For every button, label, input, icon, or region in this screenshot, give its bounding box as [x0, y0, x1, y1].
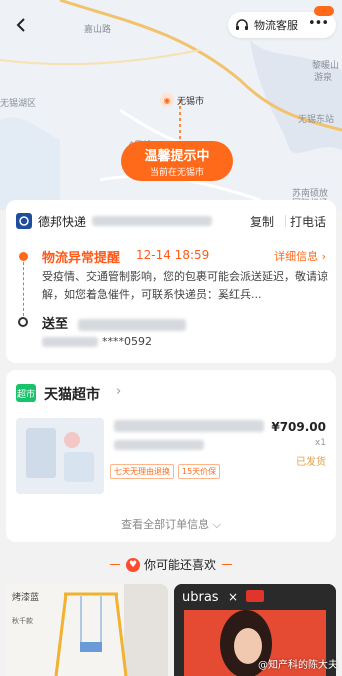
service-tag: 15天价保 — [178, 464, 221, 479]
map-label: 游泉 — [314, 73, 333, 83]
status-bubble: 温馨提示中 当前在无锡市 — [121, 141, 233, 181]
alert-body: 受疫情、交通管制影响，您的包裹可能会派送延迟，敬请谅解，如您着急催件，可联系快递… — [42, 270, 328, 301]
headset-icon — [236, 19, 248, 30]
alert-title: 物流异常提醒 — [42, 251, 121, 266]
location-pin-icon: ◉ — [160, 93, 174, 107]
heart-icon: ♥ — [125, 557, 140, 572]
timeline-dot-destination — [18, 317, 28, 327]
product-color-label: 烤漆蓝 — [12, 593, 40, 603]
product-quantity: x1 — [314, 438, 326, 448]
watermark-text: @知产科的陈大夫 — [258, 660, 338, 671]
customer-service-label: 物流客服 — [254, 19, 298, 32]
brand-logo: ubras — [182, 590, 219, 605]
back-button[interactable] — [10, 14, 32, 36]
notification-dot — [314, 6, 334, 16]
chevron-left-icon — [16, 18, 25, 32]
recommend-title: 你可能还喜欢 — [143, 558, 216, 572]
timeline-line — [23, 262, 24, 316]
recipient-phone: ****0592 — [42, 335, 152, 348]
order-card[interactable]: 超市 天猫超市 › 七天无理由退换 15天价保 ¥709.00 x1 已发货 查… — [6, 370, 336, 542]
timeline-dot-active — [19, 252, 28, 261]
store-name[interactable]: 天猫超市 — [44, 384, 100, 404]
product-sub-label: 秋千款 — [12, 617, 33, 625]
divider — [109, 564, 120, 565]
map-label: 嘉山路 — [84, 25, 112, 35]
product-price: ¥709.00 — [271, 420, 326, 434]
copy-button[interactable]: 复制 — [250, 213, 274, 230]
watermark: @知产科的陈大夫 — [258, 656, 338, 671]
city-marker: ◉ 无锡市 — [160, 93, 204, 107]
recommend-item[interactable]: 烤漆蓝 秋千款 — [6, 584, 168, 676]
service-tags: 七天无理由退换 15天价保 — [110, 464, 224, 479]
product-title-redacted[interactable] — [114, 420, 264, 450]
destination-label: 送至 — [42, 317, 69, 332]
order-status: 已发货 — [296, 457, 326, 468]
courier-row: 德邦快递 — [16, 212, 326, 230]
bubble-subtitle: 当前在无锡市 — [149, 168, 204, 178]
detail-link[interactable]: 详细信息 › — [274, 248, 326, 264]
map-label: 无锡东站 — [298, 115, 335, 125]
tracking-number-redacted — [92, 216, 213, 226]
bubble-title: 温馨提示中 — [144, 149, 210, 164]
call-button[interactable]: 打电话 — [290, 213, 326, 230]
divider — [222, 564, 232, 565]
courier-logo-icon — [16, 213, 32, 229]
more-dots-icon[interactable]: ••• — [308, 16, 329, 31]
view-all-order-link[interactable]: 查看全部订单信息 ⌵ — [6, 516, 336, 532]
service-tag: 七天无理由退换 — [110, 464, 174, 479]
recommend-header: ♥ 你可能还喜欢 — [0, 556, 342, 573]
courier-name: 德邦快递 — [38, 214, 87, 229]
logistics-card: 德邦快递 复制 打电话 物流异常提醒 12-14 18:59 详细信息 › 受疫… — [6, 200, 336, 363]
chevron-right-icon: › — [116, 384, 122, 399]
collab-x: × — [228, 590, 239, 604]
brand-badge-icon — [246, 590, 264, 602]
phone-suffix: ****0592 — [102, 335, 152, 348]
city-name: 无锡市 — [177, 96, 205, 107]
alert-time: 12-14 18:59 — [136, 248, 210, 262]
product-image[interactable] — [16, 418, 104, 494]
map-label: 无锡湖区 — [0, 99, 37, 109]
tmall-supermarket-icon: 超市 — [16, 384, 36, 402]
divider — [285, 215, 286, 227]
destination-address-redacted — [78, 316, 186, 335]
recipient-name-redacted — [42, 336, 98, 347]
